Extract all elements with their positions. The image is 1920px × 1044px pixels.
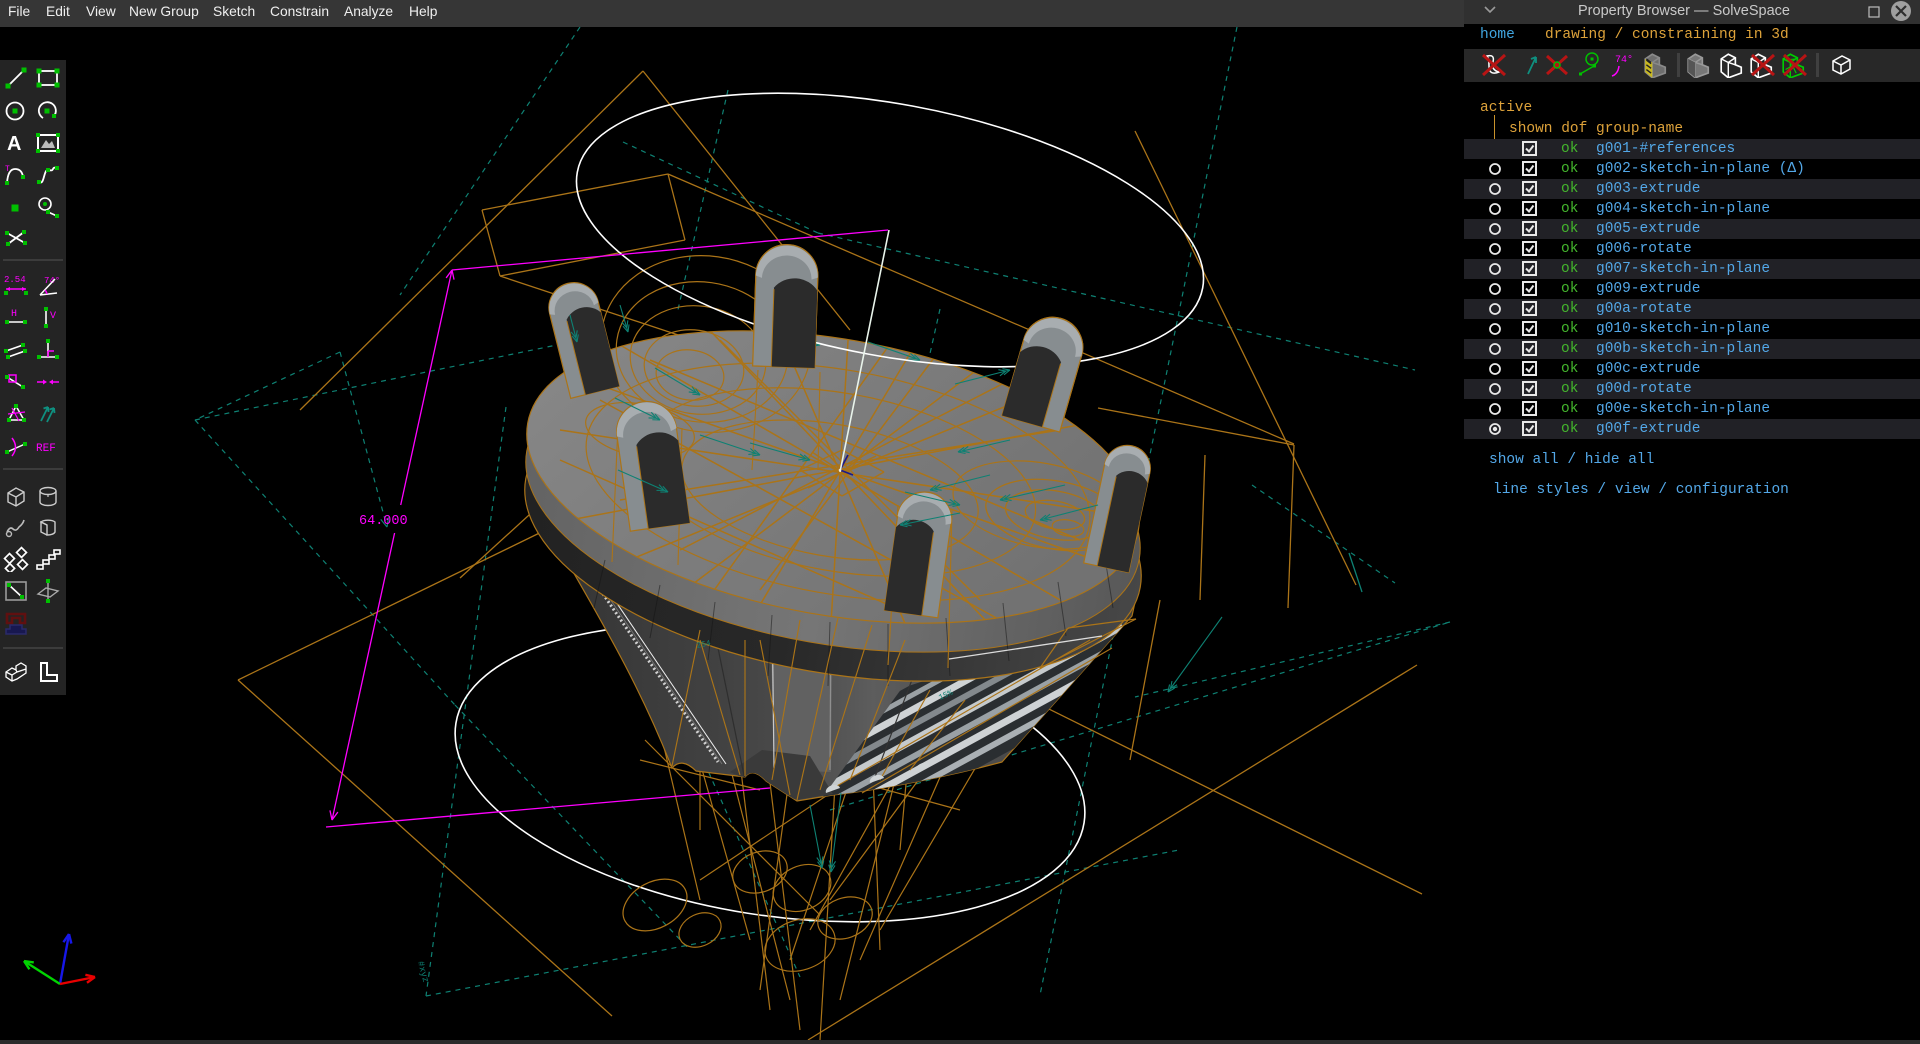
svg-text:H: H: [11, 309, 17, 320]
svg-text:74°: 74°: [1615, 54, 1633, 66]
svg-text:REF: REF: [36, 443, 56, 455]
svg-text:#xyz: #xyz: [415, 960, 430, 983]
svg-text:V: V: [50, 311, 56, 322]
svg-text:64.000: 64.000: [359, 514, 408, 529]
svg-text:2.54: 2.54: [4, 275, 26, 285]
svg-text:T: T: [5, 165, 10, 174]
svg-text:A: A: [7, 133, 21, 155]
